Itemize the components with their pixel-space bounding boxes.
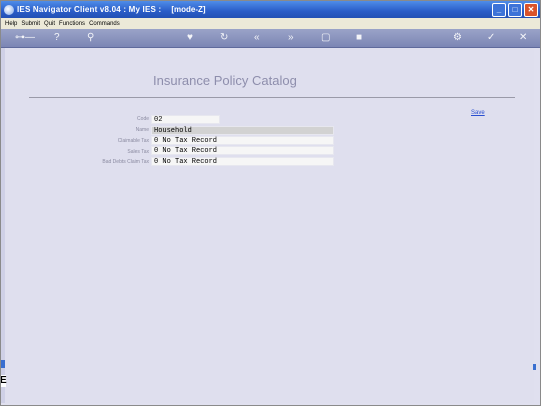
settings-icon[interactable]: ⚙ [453,32,462,44]
minimize-icon[interactable]: _ [492,3,506,17]
code-label: Code [137,116,149,122]
close-window-icon[interactable]: ✕ [524,3,538,17]
name-label: Name [135,127,149,133]
edit-icon[interactable]: E [1,375,7,387]
key-icon[interactable]: ⊶— [15,32,35,44]
menu-help[interactable]: Help [5,21,17,27]
app-icon [4,4,14,15]
search-icon[interactable]: ⚲ [87,32,94,44]
sales-tax-label: Sales Tax [127,149,149,155]
menu-quit[interactable]: Quit [44,21,55,27]
check-icon[interactable]: ✓ [487,32,495,44]
help-icon[interactable]: ? [54,32,60,44]
title-divider [29,97,515,98]
code-field[interactable]: 02 [151,115,220,124]
maximize-icon[interactable]: □ [508,3,522,17]
menu-bar: Help Submit Quit Functions Commands [1,18,540,29]
sales-tax-field[interactable]: 0 No Tax Record [151,146,334,155]
main-content [4,48,534,403]
page-icon[interactable]: ▢ [321,32,330,44]
heart-icon[interactable]: ♥ [187,32,193,44]
window-title: IES Navigator Client v8.04 : My IES : [17,5,162,14]
rewind-icon[interactable]: « [254,32,260,44]
claimable-tax-label: Claimable Tax [117,138,149,144]
left-edge-panel: E [1,48,7,403]
save-link[interactable]: Save [471,110,485,116]
right-edge-marker [533,364,536,370]
menu-commands[interactable]: Commands [89,21,120,27]
left-edge-marker [1,360,5,368]
bad-debts-claim-tax-field[interactable]: 0 No Tax Record [151,157,334,166]
menu-submit[interactable]: Submit [21,21,40,27]
fast-forward-icon[interactable]: » [288,32,294,44]
app-window: IES Navigator Client v8.04 : My IES : [m… [0,0,541,406]
menu-functions[interactable]: Functions [59,21,85,27]
toolbar: ⊶— ? ⚲ ♥ ↻ « » ▢ ■ ⚙ ✓ ✕ [1,29,540,48]
close-icon[interactable]: ✕ [519,32,527,44]
stop-icon[interactable]: ■ [356,32,362,44]
window-controls: _ □ ✕ [492,3,538,17]
page-title: Insurance Policy Catalog [153,73,297,88]
name-field[interactable]: Household [151,126,334,135]
bad-debts-claim-tax-label: Bad Debts Claim Tax [102,159,149,165]
title-bar: IES Navigator Client v8.04 : My IES : [m… [1,1,540,18]
refresh-icon[interactable]: ↻ [220,32,228,44]
claimable-tax-field[interactable]: 0 No Tax Record [151,136,334,145]
window-mode: [mode-Z] [171,5,206,14]
